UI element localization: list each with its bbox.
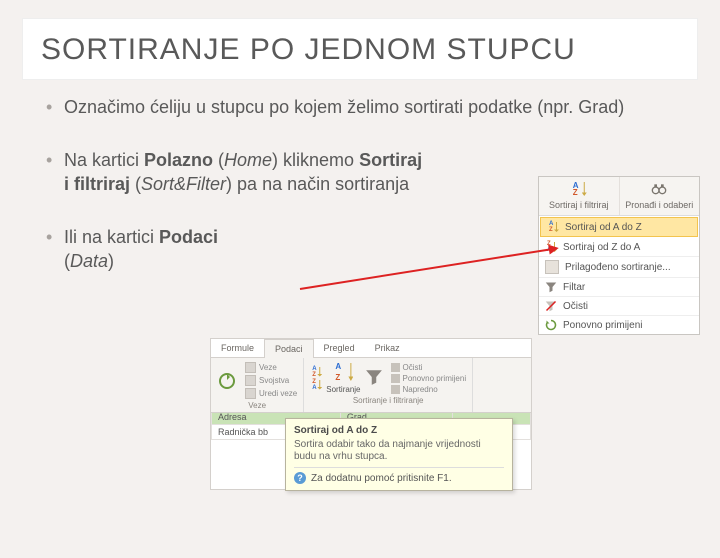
- funnel-icon: [545, 281, 557, 293]
- sort-desc-icon[interactable]: AZ: [310, 379, 322, 391]
- tooltip: Sortiraj od A do Z Sortira odabir tako d…: [285, 418, 513, 491]
- help-icon: ?: [294, 472, 306, 484]
- bullet-2: Na kartici Polazno (Home) kliknemo Sorti…: [46, 149, 424, 196]
- label: Sortiraj od A do Z: [565, 222, 691, 233]
- props-btn[interactable]: Svojstva: [245, 375, 289, 386]
- sort-asc-icon[interactable]: AZ: [310, 366, 322, 378]
- group-sort: AZ AZ AZ Sortiranje Očisti Ponovno primi…: [304, 358, 473, 412]
- label: Prilagođeno sortiranje...: [565, 262, 693, 273]
- advanced-btn[interactable]: Napredno: [391, 385, 438, 394]
- bullet-1: Označimo ćeliju u stupcu po kojem želimo…: [46, 96, 674, 119]
- menu-filter[interactable]: Filtar: [539, 278, 699, 297]
- label: Ponovno primijeni: [563, 320, 693, 331]
- menu-reapply[interactable]: Ponovno primijeni: [539, 316, 699, 334]
- menu-sort-a-z[interactable]: AZ Sortiraj od A do Z: [540, 217, 698, 237]
- ribbon: Formule Podaci Pregled Prikaz Veze Svojs…: [210, 338, 532, 413]
- sort-filter-panel: AZ Sortiraj i filtriraj Pronađi i odaber…: [538, 176, 700, 335]
- label: Sortiranje: [326, 385, 360, 394]
- text: ): [108, 251, 114, 271]
- tooltip-help: ? Za dodatnu pomoć pritisnite F1.: [294, 467, 504, 484]
- reapply-icon: [545, 319, 557, 331]
- filter-button[interactable]: [365, 368, 383, 388]
- text: Na kartici: [64, 150, 144, 170]
- label: Pronađi i odaberi: [625, 200, 693, 210]
- group-veze: Veze Svojstva Uredi veze Veze: [211, 358, 304, 412]
- label: Filtar: [563, 282, 693, 293]
- edit-links-btn[interactable]: Uredi veze: [245, 388, 297, 399]
- text: (: [213, 150, 224, 170]
- clear-btn[interactable]: Očisti: [391, 363, 423, 372]
- funnel-icon: [365, 368, 383, 386]
- label: Sortiraj i filtriraj: [549, 200, 609, 210]
- panel-header: AZ Sortiraj i filtriraj Pronađi i odaber…: [539, 177, 699, 216]
- find-select-button[interactable]: Pronađi i odaberi: [620, 177, 700, 215]
- tooltip-help-text: Za dodatnu pomoć pritisnite F1.: [311, 473, 452, 484]
- text: (: [130, 174, 141, 194]
- reapply-btn[interactable]: Ponovno primijeni: [391, 374, 467, 383]
- tab-formule[interactable]: Formule: [211, 339, 264, 357]
- text: Ili na kartici: [64, 227, 159, 247]
- label: Očisti: [563, 301, 693, 312]
- bullet-3: Ili na kartici Podaci (Data): [46, 226, 224, 273]
- sort-dialog-button[interactable]: AZ Sortiranje: [326, 362, 360, 394]
- menu-clear[interactable]: Očisti: [539, 297, 699, 316]
- ribbon-body: Veze Svojstva Uredi veze Veze AZ AZ AZ S…: [211, 358, 531, 412]
- sort-filter-button[interactable]: AZ Sortiraj i filtriraj: [539, 177, 620, 215]
- title-box: SORTIRANJE PO JEDNOM STUPCU: [22, 18, 698, 80]
- tab-pregled[interactable]: Pregled: [314, 339, 365, 357]
- sort-az-icon: AZ: [571, 181, 587, 197]
- sort-asc-icon: AZ: [547, 221, 559, 233]
- italic: Home: [224, 150, 272, 170]
- custom-sort-icon: [545, 260, 559, 274]
- text: ) kliknemo: [272, 150, 359, 170]
- sort-icon: AZ: [333, 362, 353, 382]
- text: ) pa na način sortiranja: [226, 174, 409, 194]
- italic: Data: [70, 251, 108, 271]
- links-btn[interactable]: Veze: [245, 362, 277, 373]
- menu-sort-z-a[interactable]: AZ Sortiraj od Z do A: [539, 238, 699, 257]
- italic: Sort&Filter: [141, 174, 226, 194]
- group-label: Sortiranje i filtriranje: [310, 396, 466, 405]
- menu-custom-sort[interactable]: Prilagođeno sortiranje...: [539, 257, 699, 278]
- refresh-icon[interactable]: [217, 371, 237, 391]
- binoculars-icon: [651, 189, 667, 200]
- label: Sortiraj od Z do A: [563, 242, 693, 253]
- group-label: Veze: [217, 401, 297, 410]
- tooltip-body: Sortira odabir tako da najmanje vrijedno…: [294, 439, 504, 463]
- tab-podaci[interactable]: Podaci: [264, 339, 314, 358]
- tooltip-title: Sortiraj od A do Z: [294, 425, 504, 436]
- bold: Podaci: [159, 227, 218, 247]
- bold: Polazno: [144, 150, 213, 170]
- slide-title: SORTIRANJE PO JEDNOM STUPCU: [41, 33, 679, 67]
- tab-prikaz[interactable]: Prikaz: [365, 339, 410, 357]
- clear-icon: [545, 300, 557, 312]
- ribbon-tabs: Formule Podaci Pregled Prikaz: [211, 339, 531, 358]
